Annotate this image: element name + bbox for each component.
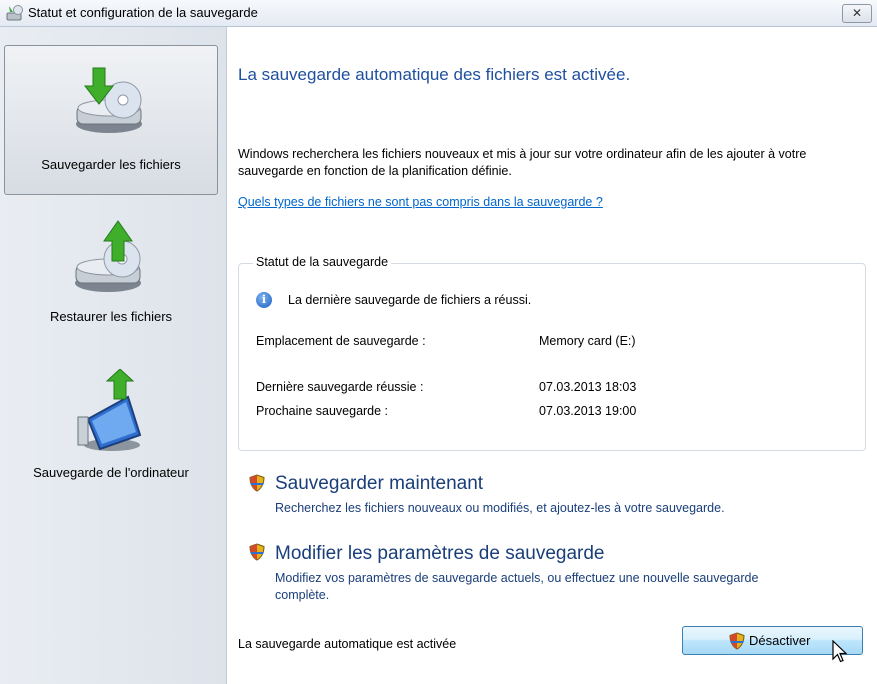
backup-now-button[interactable]: Sauvegarder maintenant: [275, 473, 483, 495]
backup-app-icon: [6, 5, 23, 21]
next-backup-label: Prochaine sauvegarde :: [256, 404, 389, 418]
backup-location-label: Emplacement de sauvegarde :: [256, 334, 426, 348]
backup-status-group: Statut de la sauvegarde i La dernière sa…: [238, 255, 866, 451]
disable-button-label: Désactiver: [749, 633, 811, 648]
main-panel: La sauvegarde automatique des fichiers e…: [227, 27, 877, 684]
next-backup-value: 07.03.2013 19:00: [539, 404, 637, 418]
title-bar: Statut et configuration de la sauvegarde…: [0, 0, 877, 27]
sidebar-item-label: Sauvegarde de l'ordinateur: [33, 465, 189, 480]
close-icon: ✕: [851, 6, 863, 20]
last-backup-value: 07.03.2013 18:03: [539, 380, 637, 394]
backup-now-description: Recherchez les fichiers nouveaux ou modi…: [275, 501, 725, 515]
auto-backup-status: La sauvegarde automatique est activée: [238, 637, 457, 651]
change-settings-button[interactable]: Modifier les paramètres de sauvegarde: [275, 543, 605, 565]
sidebar-item-computer-backup[interactable]: Sauvegarde de l'ordinateur: [4, 351, 218, 501]
window-title: Statut et configuration de la sauvegarde: [28, 5, 258, 20]
shield-icon: [249, 543, 265, 561]
sidebar-item-label: Restaurer les fichiers: [49, 309, 173, 324]
shield-icon: [249, 474, 265, 492]
change-settings-description: Modifiez vos paramètres de sauvegarde ac…: [275, 571, 759, 602]
description-text: Windows recherchera les fichiers nouveau…: [238, 147, 807, 178]
close-button[interactable]: ✕: [842, 4, 872, 23]
restore-files-icon: [75, 220, 141, 292]
sidebar-item-backup-files[interactable]: Sauvegarder les fichiers: [4, 45, 218, 195]
mouse-cursor-icon: [832, 640, 848, 663]
last-backup-label: Dernière sauvegarde réussie :: [256, 380, 424, 394]
backup-location-value: Memory card (E:): [539, 334, 636, 348]
info-icon: i: [256, 292, 272, 308]
sidebar: Sauvegarder les fichiers Restaurer les f…: [0, 27, 227, 684]
excluded-files-link[interactable]: Quels types de fichiers ne sont pas comp…: [238, 195, 603, 209]
status-message: La dernière sauvegarde de fichiers a réu…: [288, 293, 532, 307]
sidebar-item-label: Sauvegarder les fichiers: [41, 157, 181, 172]
backup-files-icon: [76, 67, 142, 133]
computer-backup-icon: [77, 369, 142, 451]
sidebar-item-restore-files[interactable]: Restaurer les fichiers: [4, 199, 218, 349]
group-title: Statut de la sauvegarde: [253, 255, 392, 269]
shield-icon: [729, 632, 745, 650]
page-title: La sauvegarde automatique des fichiers e…: [238, 65, 631, 84]
